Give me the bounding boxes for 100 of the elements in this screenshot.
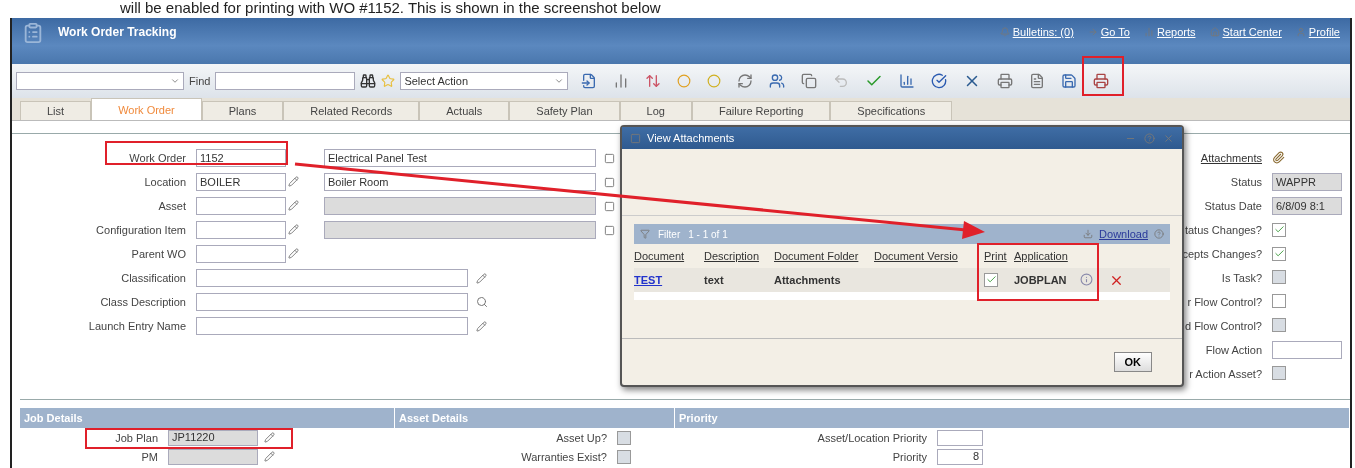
- tab[interactable]: Failure Reporting: [691, 101, 831, 120]
- description-field[interactable]: [324, 197, 596, 215]
- field-label: r Action Asset?: [1189, 368, 1263, 380]
- column-header[interactable]: Description: [704, 250, 774, 262]
- refresh-icon[interactable]: [737, 73, 754, 89]
- checkbox[interactable]: [1272, 246, 1286, 261]
- tab[interactable]: Safety Plan: [509, 101, 620, 120]
- binoculars-icon[interactable]: [360, 73, 377, 89]
- field-label: Status Date: [1204, 200, 1263, 212]
- input-field[interactable]: [1272, 341, 1342, 359]
- input-field[interactable]: [937, 429, 983, 446]
- find-field[interactable]: [215, 72, 356, 90]
- checkbox[interactable]: [1272, 222, 1286, 237]
- home-icon: [1209, 27, 1220, 37]
- find-label: Find: [189, 75, 211, 87]
- query-select[interactable]: [16, 72, 184, 90]
- filter-icon[interactable]: [640, 229, 650, 239]
- header-link[interactable]: Bulletins: (0): [999, 26, 1074, 38]
- copy-icon[interactable]: [801, 73, 818, 89]
- pencil-icon[interactable]: [288, 175, 299, 187]
- users-icon[interactable]: [769, 73, 786, 89]
- import-icon[interactable]: [581, 73, 598, 89]
- highlight-frame: [1082, 56, 1124, 96]
- star-icon[interactable]: [381, 74, 396, 88]
- checkbox[interactable]: [617, 430, 631, 445]
- pager-text: 1 - 1 of 1: [688, 228, 728, 240]
- field-label: Status: [1230, 176, 1263, 188]
- dot-icon[interactable]: [707, 74, 722, 88]
- input-field[interactable]: 6/8/09 8:1: [1272, 197, 1342, 215]
- info-icon[interactable]: [1080, 272, 1093, 288]
- field-label: Flow Action: [1205, 344, 1263, 356]
- pencil-icon[interactable]: [288, 247, 299, 259]
- column-header[interactable]: Document: [634, 250, 704, 262]
- input-field[interactable]: [196, 197, 286, 215]
- field-label: Job Plan: [115, 431, 159, 444]
- undo-icon[interactable]: [833, 73, 850, 89]
- field-label: Classification: [121, 272, 187, 284]
- tab[interactable]: Actuals: [419, 101, 510, 120]
- field-label: Is Task?: [1221, 272, 1263, 284]
- checkbox[interactable]: [617, 449, 631, 464]
- field-label: Work Order: [129, 152, 187, 164]
- document-icon[interactable]: [1029, 73, 1046, 89]
- input-field[interactable]: [196, 317, 468, 335]
- field-label: PM: [141, 450, 159, 463]
- field-label: r Flow Control?: [1187, 296, 1263, 308]
- tab[interactable]: Related Records: [283, 101, 420, 120]
- attachments-link[interactable]: Attachments: [1200, 152, 1262, 164]
- input-field[interactable]: [196, 221, 286, 239]
- ok-button[interactable]: OK: [1113, 352, 1152, 372]
- header-link[interactable]: Profile: [1295, 26, 1340, 38]
- column-header[interactable]: Application: [1014, 250, 1074, 262]
- input-field[interactable]: [196, 269, 468, 287]
- tab[interactable]: Log: [619, 101, 692, 120]
- chart-icon: [1143, 27, 1154, 37]
- sort-icon[interactable]: [645, 73, 662, 89]
- dot-icon[interactable]: [677, 74, 692, 88]
- column-header[interactable]: Document Folder: [774, 250, 874, 262]
- dialog-title: View Attachments: [647, 132, 735, 144]
- input-field[interactable]: [196, 245, 286, 263]
- tab[interactable]: Plans: [201, 101, 284, 120]
- header-link[interactable]: Reports: [1143, 26, 1196, 38]
- check-circle-icon[interactable]: [931, 73, 948, 89]
- column-header[interactable]: Document Versio: [874, 250, 984, 262]
- search-icon[interactable]: [476, 296, 488, 308]
- input-field[interactable]: 8: [937, 448, 983, 465]
- pencil-icon[interactable]: [288, 199, 299, 211]
- pencil-icon[interactable]: [476, 272, 487, 284]
- help-icon[interactable]: [1154, 229, 1164, 239]
- pencil-icon[interactable]: [288, 223, 299, 235]
- chart-icon[interactable]: [899, 73, 916, 89]
- clipboard-icon: [22, 22, 44, 44]
- input-field[interactable]: BOILER: [196, 173, 286, 191]
- app-title: Work Order Tracking: [58, 25, 177, 39]
- pencil-icon[interactable]: [476, 320, 487, 332]
- action-select[interactable]: Select Action: [400, 72, 569, 90]
- field-label: Warranties Exist?: [521, 450, 608, 463]
- input-field[interactable]: [196, 293, 468, 311]
- download-link[interactable]: Download: [1099, 228, 1148, 240]
- print-icon[interactable]: [997, 73, 1014, 89]
- arrow-icon: [1087, 27, 1098, 37]
- checkbox[interactable]: [1272, 294, 1286, 308]
- print-icon[interactable]: [1093, 73, 1110, 89]
- field-label: Asset: [158, 200, 187, 212]
- tab[interactable]: List: [20, 101, 92, 120]
- field-label: Asset/Location Priority: [817, 431, 928, 444]
- description-field[interactable]: [324, 221, 596, 239]
- user-icon: [1295, 27, 1306, 37]
- save-icon[interactable]: [1061, 73, 1078, 89]
- tab[interactable]: Specifications: [830, 101, 953, 120]
- field-label: Priority: [892, 450, 928, 463]
- checkbox[interactable]: [984, 272, 998, 287]
- column-header[interactable]: Print: [984, 250, 1014, 262]
- description-field[interactable]: Electrical Panel Test: [324, 149, 596, 167]
- paperclip-icon[interactable]: [1272, 150, 1285, 164]
- header-link[interactable]: Start Center: [1209, 26, 1282, 38]
- header-link[interactable]: Go To: [1087, 26, 1130, 38]
- input-field[interactable]: WAPPR: [1272, 173, 1342, 191]
- field-label: d Flow Control?: [1184, 320, 1263, 332]
- download-icon[interactable]: [1083, 229, 1094, 239]
- document-link[interactable]: TEST: [634, 274, 704, 286]
